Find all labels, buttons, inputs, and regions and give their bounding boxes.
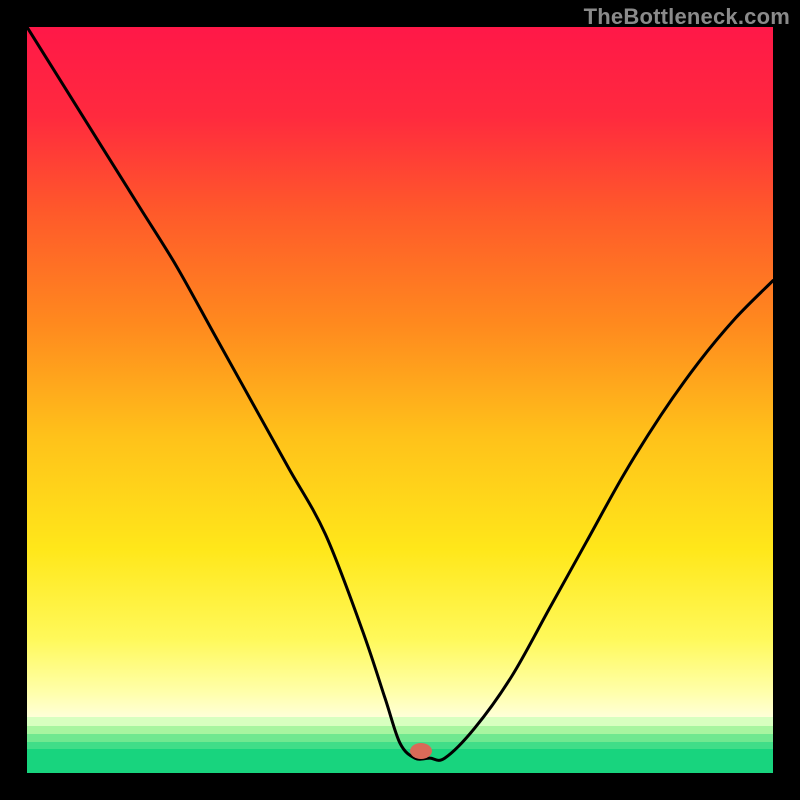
optimal-point-marker [410, 743, 432, 759]
chart-frame: TheBottleneck.com [0, 0, 800, 800]
bottleneck-curve [27, 27, 773, 773]
plot-area [27, 27, 773, 773]
watermark-text: TheBottleneck.com [584, 4, 790, 30]
